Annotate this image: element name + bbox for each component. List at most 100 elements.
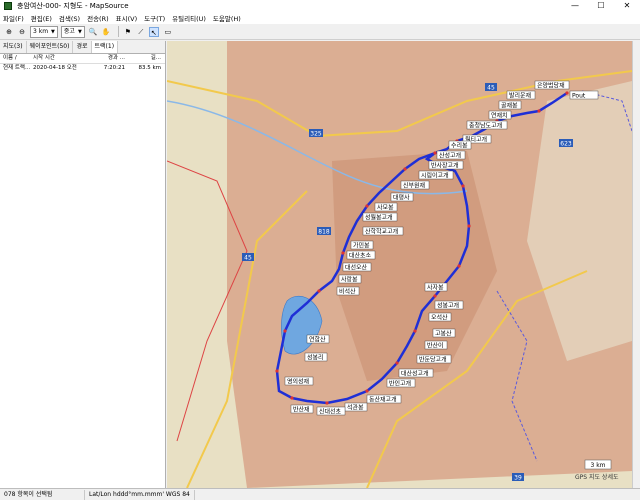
track-list-header: 이름 / 시작 시간 경과 ... 길... xyxy=(0,54,165,64)
svg-text:Pout: Pout xyxy=(572,93,586,100)
waypoint-label[interactable]: 대선오산 xyxy=(342,262,372,272)
waypoint-label[interactable]: 은양범당재 xyxy=(534,80,570,90)
column-header-length[interactable]: 길... xyxy=(127,54,164,63)
svg-text:석관봉: 석관봉 xyxy=(347,404,364,412)
waypoint-label[interactable]: 사랑봉 xyxy=(338,274,362,284)
svg-text:가민봉: 가민봉 xyxy=(353,242,370,250)
waypoint-label[interactable]: 연재치 xyxy=(488,110,512,120)
waypoint-label[interactable]: 산학학교고개 xyxy=(362,226,404,236)
tab-tracks[interactable]: 트랙(1) xyxy=(91,41,119,53)
detail-level-select[interactable]: 중고 ▼ xyxy=(60,25,85,38)
vertical-scrollbar[interactable] xyxy=(632,41,640,488)
menu-help[interactable]: 도움말(H) xyxy=(213,13,241,23)
waypoint-label[interactable]: 신부원재 xyxy=(400,180,430,190)
tab-waypoints[interactable]: 웨이포인트(50) xyxy=(27,41,74,53)
waypoint-label[interactable]: 성봉고개 xyxy=(434,300,464,310)
route-tool-icon[interactable]: ⟋ xyxy=(136,27,146,37)
minimize-button[interactable]: — xyxy=(562,0,588,12)
road-shield: 45 xyxy=(242,253,254,262)
road-shield: 45 xyxy=(485,83,497,92)
map-view[interactable]: 45 325 818 45 623 39 은양범당재 발리운재 골재봉 연재치 충청남도… xyxy=(167,41,632,488)
svg-text:반산이: 반산이 xyxy=(427,342,444,350)
svg-text:45: 45 xyxy=(487,85,495,92)
track-length-cell: 83.5 km xyxy=(138,65,161,71)
waypoint-label[interactable]: 오석산 xyxy=(428,312,452,322)
svg-text:45: 45 xyxy=(244,255,252,262)
svg-text:3 km: 3 km xyxy=(590,462,605,469)
measure-tool-icon[interactable]: ▭ xyxy=(162,27,174,37)
waypoint-label[interactable]: 석관봉 xyxy=(344,402,368,412)
waypoint-label[interactable]: 발리운재 xyxy=(506,90,536,100)
detail-level-value: 중고 xyxy=(63,27,75,35)
track-start-cell: 2020-04-18 오전 ... xyxy=(33,65,79,71)
column-header-name[interactable]: 이름 / xyxy=(0,54,30,63)
waypoint-label[interactable]: 반둔당고개 xyxy=(416,354,452,364)
zoom-tool-icon[interactable]: 🔍 xyxy=(88,27,98,37)
waypoint-label[interactable]: 신대선초 xyxy=(316,406,346,416)
menu-utilities[interactable]: 유틸리티(U) xyxy=(172,13,206,23)
waypoint-label[interactable]: 사모봉 xyxy=(374,202,398,212)
table-row[interactable]: 현재 트랙... 2020-04-18 오전 ... 7:20:21 83.5 … xyxy=(0,64,165,73)
column-header-start-time[interactable]: 시작 시간 xyxy=(30,54,79,63)
zoom-distance-select[interactable]: 3 km ▼ xyxy=(30,25,58,38)
waypoint-label[interactable]: 고봉산 xyxy=(432,328,456,338)
waypoint-tool-icon[interactable]: ⚑ xyxy=(123,27,133,37)
tab-maps[interactable]: 지도(3) xyxy=(0,41,27,53)
waypoint-label[interactable]: 가민봉 xyxy=(350,240,374,250)
svg-text:연재치: 연재치 xyxy=(491,112,508,120)
column-header-elapsed[interactable]: 경과 ... xyxy=(79,54,127,63)
select-arrow-icon[interactable]: ↖ xyxy=(148,26,159,37)
svg-text:연합산: 연합산 xyxy=(309,336,326,344)
svg-text:신대선초: 신대선초 xyxy=(319,408,342,416)
waypoint-label[interactable]: 수리봉 xyxy=(448,140,472,150)
waypoint-label[interactable]: 충청남도고개 xyxy=(466,120,508,130)
waypoint-label[interactable]: 시림이고개 xyxy=(418,170,454,180)
menu-view[interactable]: 표시(V) xyxy=(116,13,137,23)
svg-text:성봉리: 성봉리 xyxy=(307,354,324,362)
waypoint-label[interactable]: 성월봉고개 xyxy=(362,212,398,222)
tab-routes[interactable]: 경로 xyxy=(73,41,92,53)
waypoint-label[interactable]: 영의성재 xyxy=(284,376,314,386)
menu-file[interactable]: 파일(F) xyxy=(3,13,24,23)
pan-hand-icon[interactable]: ✋ xyxy=(101,27,111,37)
zoom-in-icon[interactable]: ⊕ xyxy=(4,27,14,37)
menu-edit[interactable]: 편집(E) xyxy=(31,13,52,23)
map-scale: 3 km xyxy=(584,459,612,470)
mapsource-app-icon xyxy=(4,2,12,10)
waypoint-label[interactable]: Pout xyxy=(569,90,599,100)
menu-find[interactable]: 검색(S) xyxy=(59,13,80,23)
waypoint-label[interactable]: 대산성고개 xyxy=(398,368,434,378)
map-canvas[interactable]: 45 325 818 45 623 39 은양범당재발리운재골재봉연재치충청남도… xyxy=(167,41,632,488)
waypoint-label[interactable]: 반인고개 xyxy=(386,378,416,388)
window-controls: — ☐ ✕ xyxy=(562,0,640,12)
waypoint-label[interactable]: 산성고개 xyxy=(436,150,466,160)
svg-text:신부원재: 신부원재 xyxy=(403,182,425,190)
maximize-button[interactable]: ☐ xyxy=(588,0,614,12)
road-shield: 39 xyxy=(512,473,524,482)
svg-text:대산성고개: 대산성고개 xyxy=(401,370,429,378)
waypoint-label[interactable]: 대평사 xyxy=(390,192,414,202)
zoom-out-icon[interactable]: ⊖ xyxy=(17,27,27,37)
waypoint-label[interactable]: 반산이 xyxy=(424,340,448,350)
svg-text:반산재: 반산재 xyxy=(293,406,310,414)
waypoint-label[interactable]: 비석산 xyxy=(336,286,360,296)
svg-text:325: 325 xyxy=(310,131,322,138)
data-panel: 지도(3) 웨이포인트(50) 경로 트랙(1) 이름 / 시작 시간 경과 .… xyxy=(0,41,166,488)
svg-text:대평사: 대평사 xyxy=(393,194,410,202)
svg-text:대선오산: 대선오산 xyxy=(345,264,368,272)
map-watermark: GPS 지도 상세도 xyxy=(575,473,619,481)
svg-text:39: 39 xyxy=(514,475,522,482)
toolbar: ⊕ ⊖ 3 km ▼ 중고 ▼ 🔍 ✋ ⚑ ⟋ ↖ ▭ xyxy=(0,24,640,40)
close-button[interactable]: ✕ xyxy=(614,0,640,12)
waypoint-label[interactable]: 동산재고개 xyxy=(366,394,402,404)
waypoint-label[interactable]: 반사장고개 xyxy=(428,160,464,170)
waypoint-label[interactable]: 성봉리 xyxy=(304,352,328,362)
menu-tools[interactable]: 도구(T) xyxy=(144,13,165,23)
menu-transfer[interactable]: 전송(R) xyxy=(87,13,109,23)
waypoint-label[interactable]: 사자봉 xyxy=(424,282,448,292)
waypoint-label[interactable]: 연합산 xyxy=(306,334,330,344)
waypoint-label[interactable]: 골재봉 xyxy=(498,100,522,110)
road-shield: 818 xyxy=(317,227,331,236)
waypoint-label[interactable]: 대산초소 xyxy=(346,250,376,260)
waypoint-label[interactable]: 반산재 xyxy=(290,404,314,414)
